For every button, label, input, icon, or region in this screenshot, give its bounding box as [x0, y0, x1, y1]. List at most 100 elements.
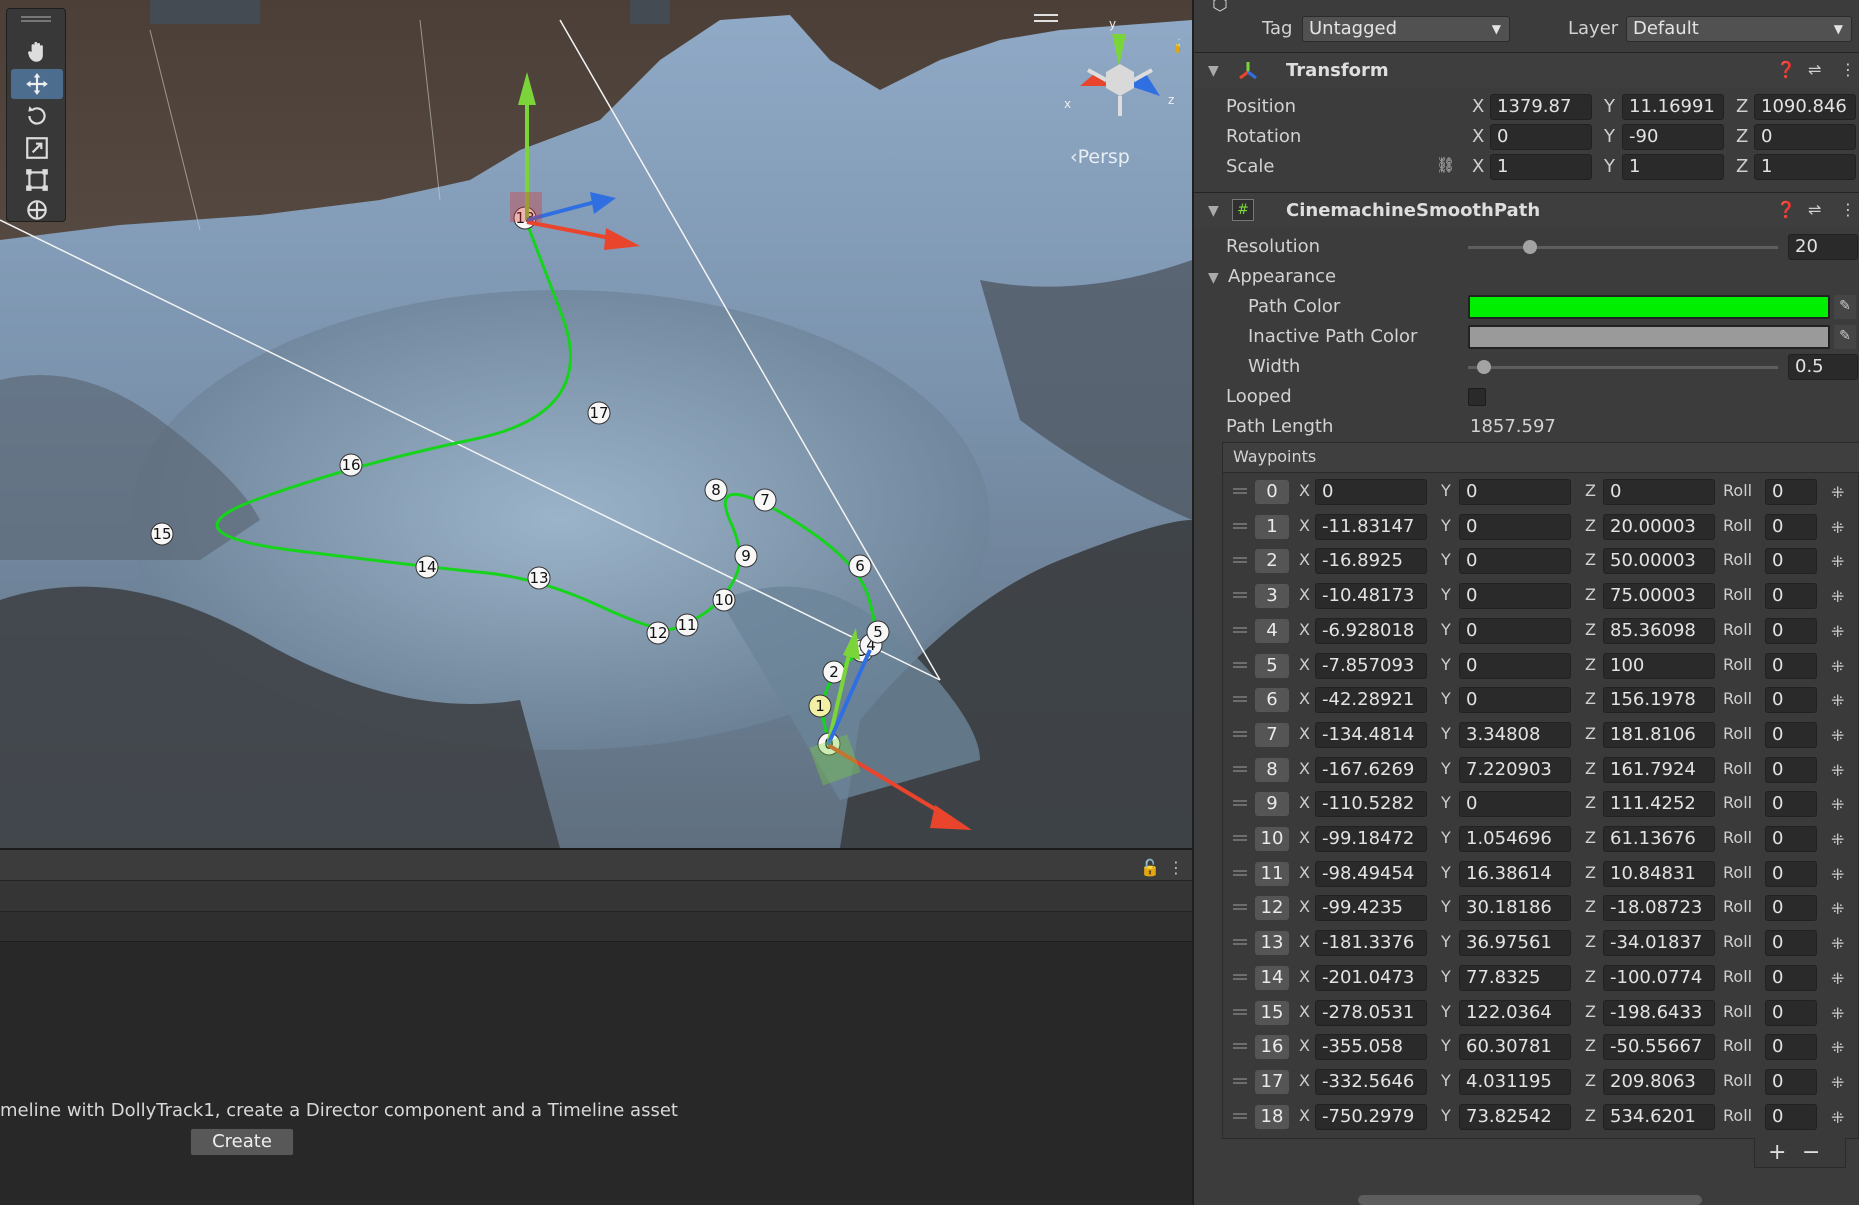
- add-waypoint-button[interactable]: +: [1768, 1140, 1786, 1165]
- x-axis-label[interactable]: X: [1299, 1106, 1310, 1125]
- waypoint-z-field[interactable]: 75.00003: [1603, 583, 1715, 610]
- y-axis-label[interactable]: Y: [1441, 1071, 1451, 1090]
- waypoint-x-field[interactable]: -201.0473: [1315, 964, 1427, 991]
- z-axis-label[interactable]: Z: [1585, 516, 1596, 535]
- move-waypoint-icon[interactable]: ⁜: [1831, 587, 1844, 606]
- z-axis-label[interactable]: Z: [1585, 1106, 1596, 1125]
- drag-handle-icon[interactable]: [1233, 904, 1247, 911]
- roll-label[interactable]: Roll: [1723, 897, 1752, 916]
- drag-handle-icon[interactable]: [1233, 730, 1247, 737]
- z-axis-label[interactable]: Z: [1585, 620, 1596, 639]
- create-director-button[interactable]: Create: [190, 1128, 294, 1156]
- roll-label[interactable]: Roll: [1723, 759, 1752, 778]
- waypoint-row[interactable]: 1 X -11.83147 Y 0 Z 20.00003 Roll 0 ⁜: [1223, 510, 1859, 544]
- x-axis-label[interactable]: X: [1299, 516, 1310, 535]
- waypoint-y-field[interactable]: 0: [1459, 513, 1571, 540]
- move-waypoint-icon[interactable]: ⁜: [1831, 830, 1844, 849]
- width-slider-knob[interactable]: [1476, 360, 1491, 374]
- x-axis-label[interactable]: X: [1299, 967, 1310, 986]
- waypoint-y-field[interactable]: 0: [1459, 548, 1571, 575]
- waypoint-z-field[interactable]: 50.00003: [1603, 548, 1715, 575]
- z-axis-label[interactable]: Z: [1736, 126, 1748, 147]
- waypoint-roll-field[interactable]: 0: [1765, 826, 1817, 852]
- z-axis-label[interactable]: Z: [1585, 585, 1596, 604]
- waypoint-row[interactable]: 12 X -99.4235 Y 30.18186 Z -18.08723 Roll 0 ⁜: [1223, 891, 1859, 925]
- scene-view[interactable]: 0123456789101112131415161718: [0, 0, 1192, 848]
- hand-tool-button[interactable]: [11, 37, 63, 67]
- y-axis-label[interactable]: Y: [1441, 550, 1451, 569]
- drag-handle-icon[interactable]: [1233, 869, 1247, 876]
- waypoint-x-field[interactable]: -332.5646: [1315, 1068, 1427, 1095]
- waypoint-roll-field[interactable]: 0: [1765, 687, 1817, 714]
- move-waypoint-icon[interactable]: ⁜: [1831, 934, 1844, 953]
- waypoint-row[interactable]: 8 X -167.6269 Y 7.220903 Z 161.7924 Roll 0 ⁜: [1223, 753, 1859, 787]
- waypoint-y-field[interactable]: 36.97561: [1459, 930, 1571, 957]
- waypoint-y-field[interactable]: 0: [1459, 652, 1571, 679]
- waypoint-row[interactable]: 14 X -201.0473 Y 77.8325 Z -100.0774 Roll 0 ⁜: [1223, 961, 1859, 995]
- z-axis-label[interactable]: Z: [1585, 897, 1596, 916]
- drag-handle-icon[interactable]: [1233, 696, 1247, 703]
- waypoint-z-field[interactable]: -100.0774: [1603, 964, 1715, 991]
- rotation-x-field[interactable]: 0: [1490, 124, 1592, 150]
- foldout-arrow-icon[interactable]: ▼: [1208, 63, 1219, 79]
- waypoint-row[interactable]: 13 X -181.3376 Y 36.97561 Z -34.01837 Roll 0 ⁜: [1223, 926, 1859, 960]
- waypoint-x-field[interactable]: -110.5282: [1315, 791, 1427, 818]
- waypoint-roll-field[interactable]: 0: [1765, 791, 1817, 818]
- waypoint-roll-field[interactable]: 0: [1765, 756, 1817, 783]
- waypoint-x-field[interactable]: -278.0531: [1315, 999, 1427, 1026]
- gizmo-z-cone[interactable]: [1130, 74, 1160, 96]
- move-waypoint-icon[interactable]: ⁜: [1831, 691, 1844, 710]
- scale-tool-button[interactable]: [11, 133, 63, 163]
- y-axis-label[interactable]: Y: [1441, 516, 1451, 535]
- tag-dropdown[interactable]: Untagged ▼: [1302, 16, 1510, 42]
- roll-label[interactable]: Roll: [1723, 863, 1752, 882]
- waypoint-x-field[interactable]: -750.2979: [1315, 1103, 1427, 1130]
- waypoint-x-field[interactable]: -10.48173: [1315, 583, 1427, 610]
- y-axis-label[interactable]: Y: [1441, 620, 1451, 639]
- roll-label[interactable]: Roll: [1723, 1071, 1752, 1090]
- appearance-row[interactable]: ▼ Appearance: [1194, 262, 1859, 292]
- z-axis-label[interactable]: Z: [1585, 724, 1596, 743]
- smooth-path-header[interactable]: ▼ # CinemachineSmoothPath ❓ ⇌ ⋮: [1194, 192, 1859, 228]
- resolution-slider-knob[interactable]: [1523, 240, 1537, 254]
- z-axis-label[interactable]: Z: [1585, 1002, 1596, 1021]
- y-axis-label[interactable]: Y: [1441, 759, 1451, 778]
- scale-y-field[interactable]: 1: [1622, 154, 1724, 180]
- waypoint-x-field[interactable]: -167.6269: [1315, 756, 1427, 783]
- move-tool-button[interactable]: [11, 69, 63, 99]
- y-axis-label[interactable]: Y: [1604, 126, 1615, 147]
- waypoint-row[interactable]: 17 X -332.5646 Y 4.031195 Z 209.8063 Roll 0 ⁜: [1223, 1065, 1859, 1099]
- waypoint-x-field[interactable]: -11.83147: [1315, 513, 1427, 540]
- waypoint-row[interactable]: 9 X -110.5282 Y 0 Z 111.4252 Roll 0 ⁜: [1223, 787, 1859, 821]
- move-waypoint-icon[interactable]: ⁜: [1831, 483, 1844, 502]
- kebab-menu-icon[interactable]: ⋮: [1168, 858, 1184, 877]
- x-axis-label[interactable]: X: [1299, 793, 1310, 812]
- roll-label[interactable]: Roll: [1723, 481, 1752, 500]
- roll-label[interactable]: Roll: [1723, 932, 1752, 951]
- x-axis-label[interactable]: X: [1472, 96, 1484, 117]
- presets-icon[interactable]: ⇌: [1808, 60, 1821, 79]
- x-axis-label[interactable]: X: [1299, 1071, 1310, 1090]
- remove-waypoint-button[interactable]: −: [1802, 1140, 1820, 1165]
- eyedropper-icon[interactable]: ✎: [1834, 295, 1856, 319]
- help-icon[interactable]: ❓: [1776, 60, 1796, 79]
- waypoint-z-field[interactable]: -50.55667: [1603, 1034, 1715, 1061]
- waypoint-z-field[interactable]: 20.00003: [1603, 513, 1715, 540]
- waypoint-roll-field[interactable]: 0: [1765, 860, 1817, 887]
- waypoint-y-field[interactable]: 77.8325: [1459, 964, 1571, 991]
- x-axis-label[interactable]: X: [1299, 897, 1310, 916]
- waypoint-x-field[interactable]: -355.058: [1315, 1034, 1427, 1061]
- y-axis-label[interactable]: Y: [1441, 724, 1451, 743]
- x-axis-label[interactable]: X: [1299, 759, 1310, 778]
- appearance-label[interactable]: Appearance: [1228, 266, 1336, 287]
- move-waypoint-icon[interactable]: ⁜: [1831, 518, 1844, 537]
- x-axis-label[interactable]: X: [1472, 156, 1484, 177]
- waypoint-roll-field[interactable]: 0: [1765, 1034, 1817, 1061]
- waypoint-x-field[interactable]: 0: [1315, 479, 1427, 505]
- waypoint-row[interactable]: 0 X 0 Y 0 Z 0 Roll 0 ⁜: [1223, 475, 1859, 509]
- transform-tool-button[interactable]: [11, 197, 63, 223]
- resolution-slider-track[interactable]: [1468, 246, 1778, 249]
- inspector-horizontal-scrollbar[interactable]: [1358, 1195, 1702, 1205]
- scene-menu-icon[interactable]: [1034, 12, 1058, 24]
- waypoint-roll-field[interactable]: 0: [1765, 895, 1817, 922]
